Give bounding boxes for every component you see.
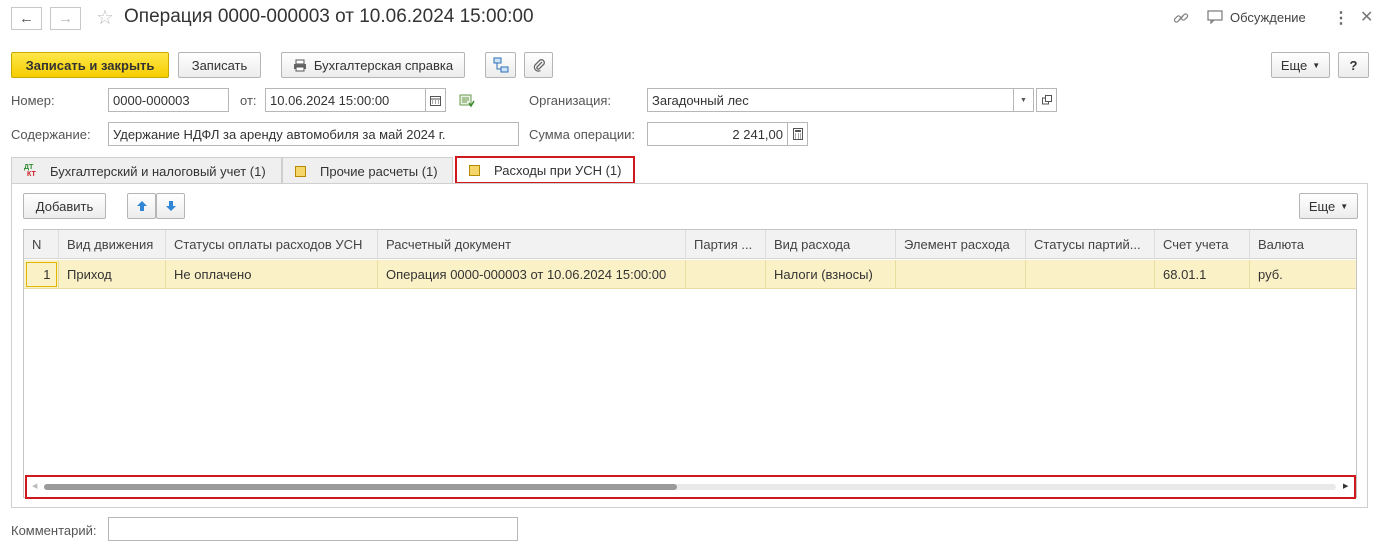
table-row[interactable]: 1 Приход Не оплачено Операция 0000-00000… <box>24 260 1356 289</box>
dt-kt-icon: ДТ КТ <box>24 164 36 178</box>
cell-expense-element[interactable] <box>896 260 1026 289</box>
arrow-right-icon: → <box>58 10 73 27</box>
calendar-icon <box>430 95 441 106</box>
org-field[interactable]: Загадочный лес <box>647 88 1014 112</box>
col-currency[interactable]: Валюта <box>1250 230 1356 259</box>
col-payment-status[interactable]: Статусы оплаты расходов УСН <box>166 230 378 259</box>
more-button[interactable]: Еще ▼ <box>1271 52 1330 78</box>
paperclip-icon <box>532 58 546 72</box>
date-field[interactable]: 10.06.2024 15:00:00 <box>265 88 426 112</box>
content-field[interactable]: Удержание НДФЛ за аренду автомобиля за м… <box>108 122 519 146</box>
chevron-down-icon: ▼ <box>1340 201 1349 211</box>
number-label: Номер: <box>11 93 55 108</box>
help-button[interactable]: ? <box>1338 52 1369 78</box>
post-status-icon[interactable] <box>459 94 475 111</box>
tab-usn-expenses-label: Расходы при УСН (1) <box>494 162 622 178</box>
col-account[interactable]: Счет учета <box>1155 230 1250 259</box>
structure-button[interactable] <box>485 52 516 78</box>
tab-accounting[interactable]: ДТ КТ Бухгалтерский и налоговый учет (1) <box>11 157 282 184</box>
calculator-button[interactable] <box>787 122 808 146</box>
col-batch-status[interactable]: Статусы партий... <box>1026 230 1155 259</box>
cell-account[interactable]: 68.01.1 <box>1155 260 1250 289</box>
arrow-up-icon <box>136 200 148 212</box>
content-label: Содержание: <box>11 127 91 142</box>
accounting-note-label: Бухгалтерская справка <box>313 57 454 73</box>
discussion-link[interactable]: Обсуждение <box>1230 10 1306 25</box>
save-close-button[interactable]: Записать и закрыть <box>11 52 169 78</box>
document-structure-icon <box>493 57 509 73</box>
cell-movement-type[interactable]: Приход <box>59 260 166 289</box>
row-number-cell[interactable]: 1 <box>25 262 57 287</box>
more-vertical-icon[interactable]: ⋮ <box>1333 8 1349 28</box>
col-movement-type[interactable]: Вид движения <box>59 230 166 259</box>
table-header: N Вид движения Статусы оплаты расходов У… <box>24 230 1356 259</box>
link-icon[interactable] <box>1172 9 1190 27</box>
arrow-down-icon <box>165 200 177 212</box>
attach-button[interactable] <box>524 52 553 78</box>
printer-icon <box>293 59 307 72</box>
cell-batch[interactable] <box>686 260 766 289</box>
save-button[interactable]: Записать <box>178 52 261 78</box>
org-open-button[interactable] <box>1036 88 1057 112</box>
org-dropdown-button[interactable]: ▼ <box>1013 88 1034 112</box>
chevron-down-icon: ▼ <box>1312 60 1321 70</box>
add-button[interactable]: Добавить <box>23 193 106 219</box>
org-label: Организация: <box>529 93 612 108</box>
col-expense-element[interactable]: Элемент расхода <box>896 230 1026 259</box>
table-more-label: Еще <box>1308 198 1336 214</box>
table-more-button[interactable]: Еще ▼ <box>1299 193 1358 219</box>
tab-other-settlements[interactable]: Прочие расчеты (1) <box>282 157 453 184</box>
tab-accounting-label: Бухгалтерский и налоговый учет (1) <box>50 163 266 179</box>
page-title: Операция 0000-000003 от 10.06.2024 15:00… <box>124 6 534 27</box>
col-n[interactable]: N <box>24 230 59 259</box>
cell-payment-status[interactable]: Не оплачено <box>166 260 378 289</box>
comment-field[interactable] <box>108 517 518 541</box>
discussion-icon <box>1207 10 1223 25</box>
scrollbar-highlight-frame <box>25 475 1356 499</box>
star-icon[interactable]: ☆ <box>96 5 114 30</box>
chevron-down-icon: ▼ <box>1020 96 1027 104</box>
arrow-left-icon: ← <box>19 10 34 27</box>
move-up-button[interactable] <box>127 193 156 219</box>
document-icon <box>469 164 480 176</box>
sum-label: Сумма операции: <box>529 127 635 142</box>
open-window-icon <box>1041 95 1052 105</box>
number-field[interactable]: 0000-000003 <box>108 88 229 112</box>
tab-usn-expenses[interactable]: Расходы при УСН (1) <box>455 156 635 184</box>
sum-field[interactable]: 2 241,00 <box>647 122 788 146</box>
comment-label: Комментарий: <box>11 523 97 538</box>
col-batch[interactable]: Партия ... <box>686 230 766 259</box>
back-button[interactable]: ← <box>11 7 42 30</box>
more-label: Еще <box>1280 57 1308 73</box>
document-icon <box>295 165 306 177</box>
close-icon[interactable]: ✕ <box>1360 7 1373 27</box>
date-label: от: <box>240 93 257 108</box>
col-settlement-doc[interactable]: Расчетный документ <box>378 230 686 259</box>
forward-button[interactable]: → <box>50 7 81 30</box>
calculator-icon <box>792 128 803 140</box>
accounting-note-button[interactable]: Бухгалтерская справка <box>281 52 465 78</box>
cell-settlement-doc[interactable]: Операция 0000-000003 от 10.06.2024 15:00… <box>378 260 686 289</box>
expenses-table[interactable]: N Вид движения Статусы оплаты расходов У… <box>23 229 1357 498</box>
cell-currency[interactable]: руб. <box>1250 260 1356 289</box>
cell-expense-type[interactable]: Налоги (взносы) <box>766 260 896 289</box>
move-down-button[interactable] <box>156 193 185 219</box>
tab-other-settlements-label: Прочие расчеты (1) <box>320 163 438 179</box>
cell-batch-status[interactable] <box>1026 260 1155 289</box>
calendar-button[interactable] <box>425 88 446 112</box>
col-expense-type[interactable]: Вид расхода <box>766 230 896 259</box>
